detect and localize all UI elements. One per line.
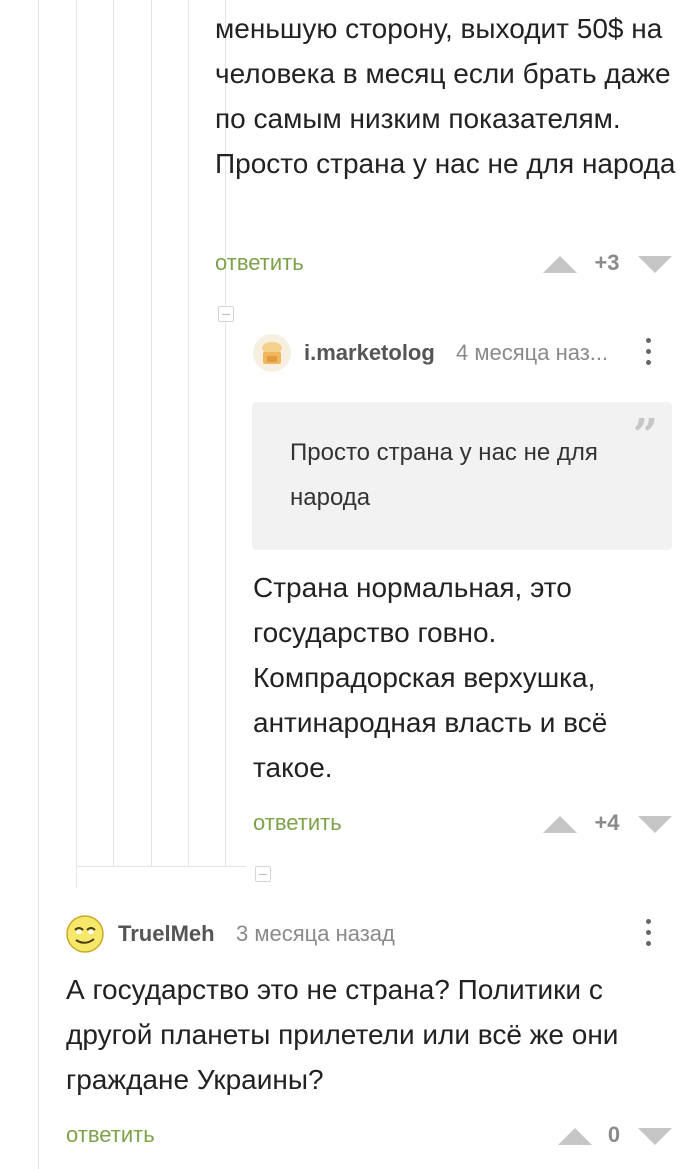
reply-button[interactable]: ответить	[215, 250, 304, 276]
comment-time: 3 месяца назад	[236, 921, 395, 946]
collapse-thread-icon[interactable]	[255, 866, 271, 882]
comment-score: 0	[607, 1122, 621, 1147]
quote-text: Просто страна у нас не для народа	[290, 439, 598, 511]
collapse-thread-icon[interactable]	[218, 306, 234, 322]
comment-score: +3	[594, 250, 620, 275]
thread-line	[38, 0, 39, 1169]
thread-line-end	[76, 866, 246, 867]
comment-score: +4	[594, 810, 620, 835]
thread-line	[151, 0, 152, 866]
comment-time: 4 месяца наз...	[456, 340, 609, 365]
more-menu-icon[interactable]	[646, 919, 652, 951]
more-menu-icon[interactable]	[646, 338, 652, 370]
thread-line	[188, 0, 189, 866]
quote-block: ” Просто страна у нас не для народа	[252, 402, 672, 550]
avatar[interactable]	[66, 915, 104, 953]
upvote-icon[interactable]	[543, 256, 577, 273]
reply-button[interactable]: ответить	[66, 1122, 155, 1148]
downvote-icon[interactable]	[638, 1128, 672, 1145]
thread-line	[113, 0, 114, 866]
avatar[interactable]	[253, 334, 291, 372]
comment-text: Страна нормальная, это государство говно…	[253, 572, 608, 783]
upvote-icon[interactable]	[543, 816, 577, 833]
downvote-icon[interactable]	[638, 256, 672, 273]
comment-author[interactable]: TruelMeh	[118, 921, 215, 947]
thread-line	[76, 0, 77, 888]
comment-author[interactable]: i.marketolog	[304, 340, 435, 366]
upvote-icon[interactable]	[558, 1128, 592, 1145]
reply-button[interactable]: ответить	[253, 810, 342, 836]
comment-text: А государство это не страна? Политики с …	[66, 974, 619, 1095]
comment-text: меньшую сторону, выходит 50$ на человека…	[215, 13, 676, 179]
downvote-icon[interactable]	[638, 816, 672, 833]
